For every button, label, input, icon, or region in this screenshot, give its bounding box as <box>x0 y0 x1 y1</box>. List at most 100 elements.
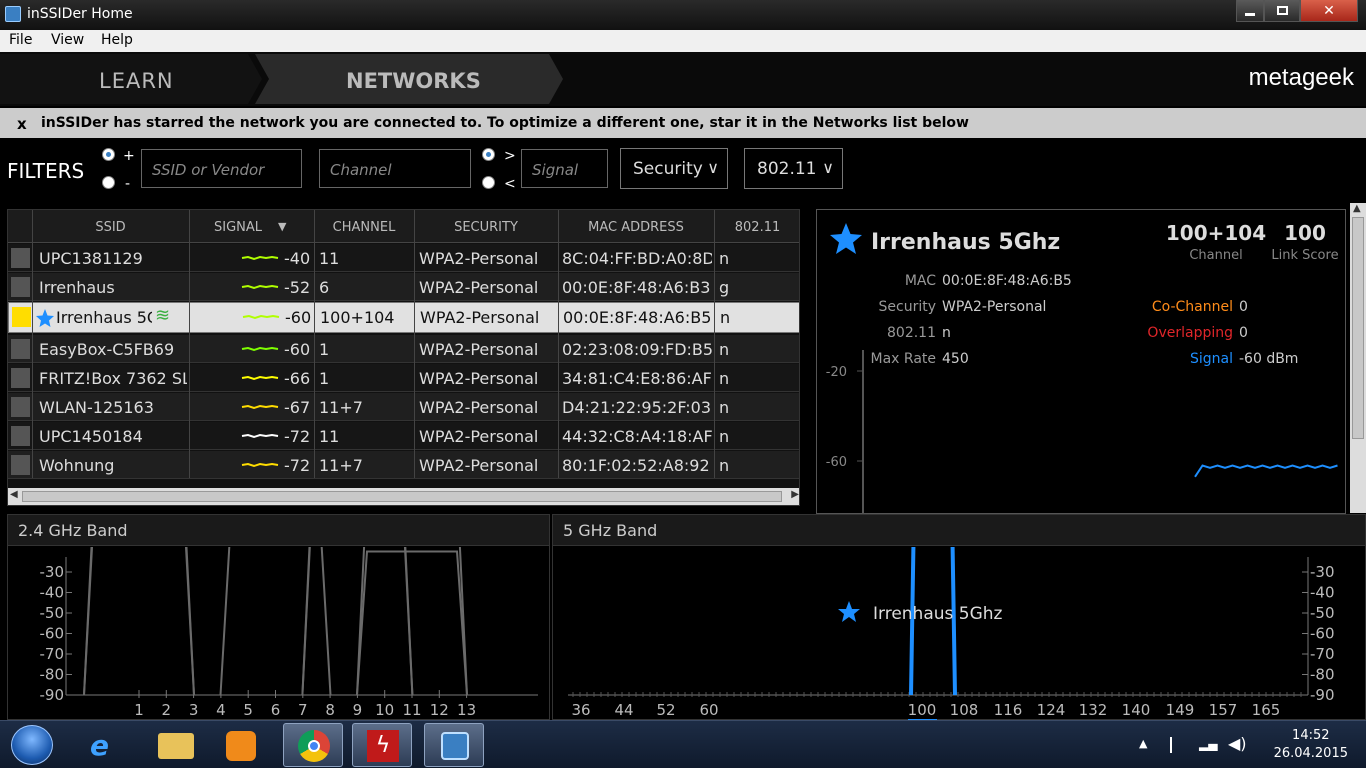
row-ssid: WLAN-125163 <box>39 398 154 417</box>
y-tick-label: -30 <box>1310 563 1335 581</box>
row-mac: 02:23:08:09:FD:B5 <box>562 340 712 359</box>
y-tick-label: -60 <box>40 625 65 643</box>
dot11-filter-dropdown[interactable]: 802.11 ∨ <box>744 148 843 189</box>
table-row[interactable]: Wohnung -72 11+7 WPA2-Personal 80:1F:02:52:A… <box>8 451 799 479</box>
column-mac[interactable]: MAC ADDRESS <box>558 220 714 235</box>
row-security: WPA2-Personal <box>419 456 539 475</box>
chevron-down-icon: ∨ <box>822 158 834 177</box>
detail-score-label: Link Score <box>1271 248 1338 263</box>
x-tick-label: 140 <box>1122 701 1151 719</box>
tab-learn-label: LEARN <box>99 69 174 93</box>
tab-learn[interactable]: LEARN <box>0 54 262 104</box>
banner-close-button[interactable]: x <box>17 115 27 133</box>
star-icon <box>838 601 860 622</box>
window-title: inSSIDer Home <box>27 6 133 22</box>
ssid-filter-input[interactable]: SSID or Vendor <box>141 149 302 188</box>
table-row[interactable]: Irrenhaus -52 6 WPA2-Personal 00:0E:8F:48:A6… <box>8 273 799 301</box>
ssid-exclude-radio[interactable] <box>102 176 115 189</box>
signal-sparkline <box>241 284 279 290</box>
scroll-right-icon[interactable]: ▶ <box>791 489 799 500</box>
signal-value: -60 dBm <box>1239 351 1298 367</box>
row-dot11: n <box>719 249 730 268</box>
volume-icon[interactable]: ◀) <box>1228 734 1247 753</box>
channel-filter-input[interactable]: Channel <box>319 149 471 188</box>
action-center-icon[interactable] <box>1170 737 1184 753</box>
table-row[interactable]: WLAN-125163 -67 11+7 WPA2-Personal D4:21:22:… <box>8 393 799 421</box>
history-tick-label: -60 <box>826 455 847 470</box>
system-clock[interactable]: 14:52 26.04.2015 <box>1274 727 1348 763</box>
table-horizontal-scrollbar[interactable]: ◀ ▶ <box>8 488 799 505</box>
taskbar-ie-button[interactable]: e <box>74 723 134 767</box>
close-button[interactable]: ✕ <box>1300 0 1358 22</box>
column-dot11[interactable]: 802.11 <box>714 220 799 235</box>
security-filter-label: Security <box>633 159 703 179</box>
detail-vertical-scrollbar[interactable]: ▲ <box>1350 203 1366 513</box>
taskbar-media-button[interactable] <box>210 723 270 767</box>
y-tick-label: -90 <box>1310 686 1335 704</box>
row-ssid: EasyBox-C5FB69 <box>39 340 175 359</box>
detail-network-name: Irrenhaus 5Ghz <box>871 230 1060 255</box>
signal-greater-radio[interactable] <box>482 148 495 161</box>
table-row[interactable]: UPC1381129 -40 11 WPA2-Personal 8C:04:FF:BD:… <box>8 244 799 272</box>
scroll-left-icon[interactable]: ◀ <box>10 489 18 500</box>
x-tick-label: 1 <box>134 701 144 719</box>
y-tick-label: -40 <box>1310 584 1335 602</box>
signal-sparkline <box>241 255 279 261</box>
row-dot11: n <box>719 427 730 446</box>
connected-wifi-icon: ≋ <box>155 305 171 326</box>
row-security: WPA2-Personal <box>419 398 539 417</box>
taskbar-explorer-button[interactable] <box>146 723 206 767</box>
table-row[interactable]: FRITZ!Box 7362 SL -66 1 WPA2-Personal 34:81:… <box>8 364 799 392</box>
row-signal: -72 <box>284 427 311 446</box>
x-tick-label: 100 <box>908 701 937 719</box>
channel-band-trapezoid[interactable] <box>83 547 195 696</box>
security-filter-dropdown[interactable]: Security ∨ <box>620 148 728 189</box>
folder-icon <box>158 733 194 759</box>
menu-view[interactable]: View <box>51 32 84 48</box>
history-tick-label: -20 <box>826 365 847 380</box>
channel-band-trapezoid[interactable] <box>83 547 195 696</box>
row-dot11: n <box>719 398 730 417</box>
main-nav: LEARN NETWORKS metageek <box>0 52 1366 106</box>
ssid-include-radio[interactable] <box>102 148 115 161</box>
row-mac: 44:32:C8:A4:18:AF <box>562 427 712 446</box>
minimize-button[interactable] <box>1236 0 1264 22</box>
maximize-button[interactable] <box>1264 0 1300 22</box>
title-bar: inSSIDer Home ✕ <box>0 0 1366 30</box>
channel-band-trapezoid[interactable] <box>219 547 332 696</box>
row-dot11: n <box>719 369 730 388</box>
tab-networks[interactable]: NETWORKS <box>255 54 563 104</box>
signal-sparkline <box>241 375 279 381</box>
taskbar-chrome-button[interactable] <box>283 723 343 767</box>
start-button[interactable] <box>11 725 53 765</box>
flash-icon: ϟ <box>367 730 399 762</box>
row-color-swatch <box>11 339 30 359</box>
menu-file[interactable]: File <box>9 32 32 48</box>
network-icon[interactable]: ▂▄ <box>1199 737 1217 751</box>
scrollbar-thumb[interactable] <box>22 491 782 502</box>
scrollbar-thumb[interactable] <box>1352 217 1364 439</box>
clock-time: 14:52 <box>1292 728 1330 743</box>
menu-help[interactable]: Help <box>101 32 133 48</box>
row-signal: -40 <box>284 249 311 268</box>
table-row[interactable]: EasyBox-C5FB69 -60 1 WPA2-Personal 02:23:08:… <box>8 335 799 363</box>
column-security[interactable]: SECURITY <box>414 220 558 235</box>
taskbar-inssider-button[interactable] <box>424 723 484 767</box>
table-row[interactable]: Irrenhaus 5Ghz≋ -60 100+104 WPA2-Personal 00… <box>8 302 799 333</box>
signal-filter-input[interactable]: Signal <box>521 149 608 188</box>
column-channel[interactable]: CHANNEL <box>314 220 414 235</box>
x-tick-label: 116 <box>994 701 1023 719</box>
column-ssid[interactable]: SSID <box>33 220 188 235</box>
windows-taskbar: e ϟ ▲ ▂▄ ◀) 14:52 26.04.2015 <box>0 720 1366 768</box>
row-security: WPA2-Personal <box>419 278 539 297</box>
scroll-up-icon[interactable]: ▲ <box>1353 203 1361 214</box>
x-tick-label: 149 <box>1166 701 1195 719</box>
table-row[interactable]: UPC1450184 -72 11 WPA2-Personal 44:32:C8:A4:… <box>8 422 799 450</box>
taskbar-flash-button[interactable]: ϟ <box>352 723 412 767</box>
x-tick-label: 10 <box>375 701 394 719</box>
column-signal[interactable]: SIGNAL <box>198 220 278 235</box>
show-hidden-icons[interactable]: ▲ <box>1139 737 1147 750</box>
x-tick-label: 52 <box>656 701 675 719</box>
signal-less-radio[interactable] <box>482 176 495 189</box>
x-tick-label: 6 <box>271 701 281 719</box>
